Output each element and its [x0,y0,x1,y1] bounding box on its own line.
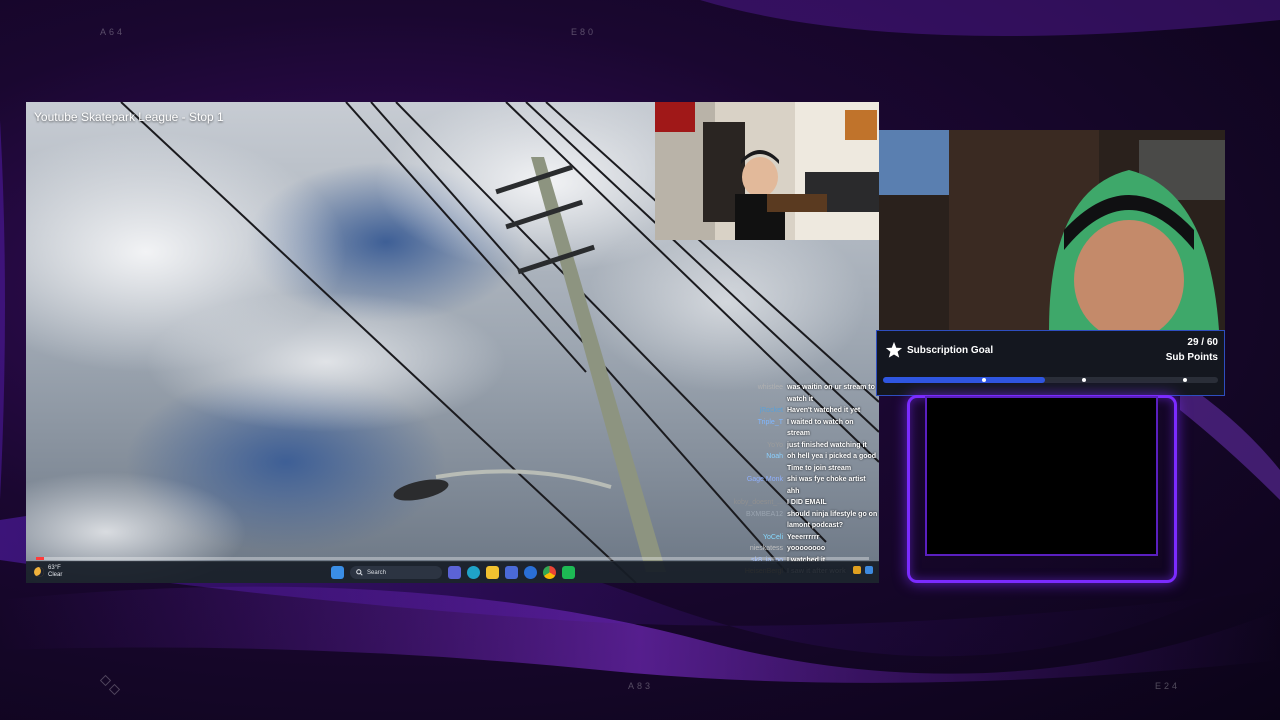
video-title: Youtube Skatepark League - Stop 1 [34,110,224,124]
corner-code-top-center: E80 [571,27,597,37]
subscription-goal-progress-bar [883,377,1218,383]
corner-code-bottom-right: E24 [1155,681,1181,691]
store-icon[interactable] [505,566,518,579]
subscription-goal-count: 29 / 60 [1187,337,1218,348]
chat-text: yoooooooo [787,545,826,552]
chat-message: koby_doesnt_... I DID EMAIL [726,497,878,509]
weather-widget[interactable]: 63°F Clear [34,565,62,579]
subscription-goal-marker [1182,378,1187,382]
chat-text: just finished watching it [787,441,867,449]
chat-message: YoYo just finished watching it [726,440,878,452]
taskbar-search-box[interactable]: Search [350,566,442,579]
search-placeholder: Search [367,569,387,576]
subscription-goal-marker [981,378,986,382]
spotify-icon[interactable] [562,566,575,579]
windows-taskbar: 63°F Clear Search [26,561,879,583]
streamer-webcam [879,130,1225,330]
subscription-goal-unit: Sub Points [1165,352,1218,363]
weather-condition: Clear [48,572,63,578]
subscription-goal-marker [1082,378,1086,382]
chat-text: oh hell yea i picked a good Time to join… [787,453,877,472]
system-tray [853,566,873,574]
tray-notification-icon[interactable] [853,566,861,574]
chat-message: BXMBEA12 should ninja lifestyle go on lam… [726,509,878,532]
search-icon [356,569,363,576]
guest-webcam-frame [655,102,879,240]
chat-text: I DID EMAIL [787,499,827,506]
subscription-goal-label: Subscription Goal [907,345,994,356]
chat-username[interactable]: YoCeli [726,532,787,544]
chat-message: Triple_T I waited to watch on stream [726,417,878,440]
chat-username[interactable]: Noah [726,451,787,474]
chat-text: Haven't watched it yet [787,407,861,414]
chat-message: whistlee was waitin on ur stream to watch… [726,382,878,405]
chat-username[interactable]: Triple_T [726,417,787,440]
chrome-icon[interactable] [543,566,556,579]
weather-temp: 63°F [48,565,61,571]
edge-icon[interactable] [467,566,480,579]
moon-icon [34,567,44,577]
teams-icon[interactable] [448,566,461,579]
diamond-deco-icon [100,675,121,696]
chat-text: shi was fye choke artist ahh [787,476,866,495]
subscription-goal-progress-fill [883,377,1045,383]
streamer-webcam-frame [879,130,1225,330]
chat-username[interactable]: whistlee [726,382,787,405]
chat-username[interactable]: YoYo [726,440,787,452]
corner-code-top-left: A64 [100,27,126,37]
subscription-goal-widget: Subscription Goal 29 / 60 Sub Points [876,330,1225,396]
tray-app-icon[interactable] [865,566,873,574]
star-icon [885,341,903,358]
corner-code-bottom-center: A83 [628,681,654,691]
chat-username[interactable]: jRocket [726,405,787,417]
chat-text: I waited to watch on stream [787,418,854,438]
files-icon[interactable] [486,566,499,579]
chat-username[interactable]: BXMBEA12 [726,509,787,532]
empty-media-slot [925,396,1158,556]
chat-overlay: whistlee was waitin on ur stream to watch… [726,382,878,578]
chat-message: YoCeli Yeeerrrrrr [726,532,878,544]
chat-message: Noah oh hell yea i picked a good Time to … [726,451,878,474]
chat-username[interactable]: koby_doesnt_... [726,497,787,509]
mail-icon[interactable] [524,566,537,579]
start-icon[interactable] [331,566,344,579]
chat-message: jRocket Haven't watched it yet [726,405,878,417]
guest-webcam [655,102,879,240]
chat-text: Yeeerrrrrr [787,533,820,541]
chat-username[interactable]: nieskatess [726,543,787,555]
chat-message: Gage Monk shi was fye choke artist ahh [726,474,878,497]
chat-username[interactable]: Gage Monk [726,474,787,497]
chat-message: nieskatess yoooooooo [726,543,878,555]
chat-text: should ninja lifestyle go on lamont podc… [787,510,878,530]
chat-text: was waitin on ur stream to watch it [787,384,875,403]
video-progress-fill [36,557,45,560]
